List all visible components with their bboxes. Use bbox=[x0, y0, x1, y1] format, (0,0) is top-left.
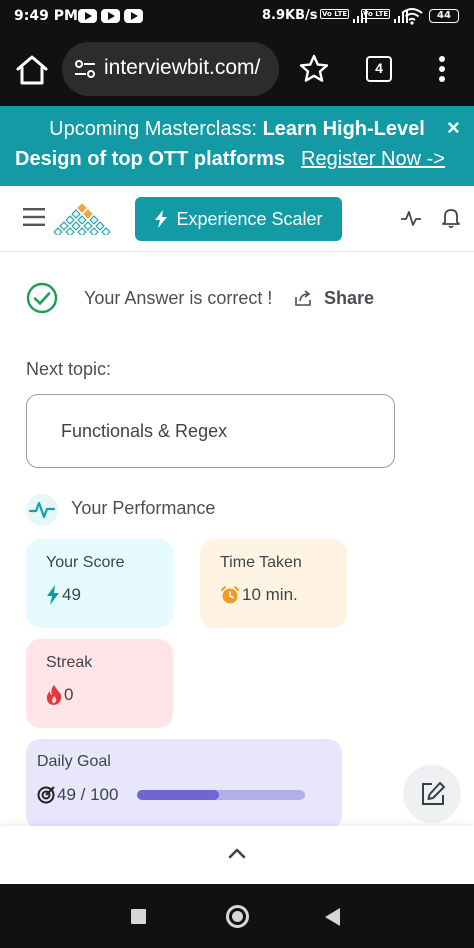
check-circle-icon bbox=[26, 282, 58, 314]
notification-icons bbox=[78, 9, 143, 23]
result-message: Your Answer is correct ! bbox=[84, 288, 273, 308]
edit-fab-button[interactable] bbox=[403, 765, 461, 823]
register-now-link[interactable]: Register Now -> bbox=[301, 148, 445, 171]
status-bar: 9:49 PM 8.9KB/s Vo LTE Vo LTE 44 bbox=[0, 0, 474, 34]
address-bar[interactable]: interviewbit.com/ bbox=[62, 42, 279, 96]
next-topic-card[interactable]: Functionals & Regex bbox=[26, 394, 395, 468]
bolt-icon bbox=[155, 210, 168, 228]
daily-goal-progress bbox=[137, 790, 305, 800]
edit-icon bbox=[422, 782, 445, 805]
hamburger-menu-icon[interactable] bbox=[23, 208, 45, 226]
next-topic-label: Next topic: bbox=[26, 359, 112, 379]
youtube-notification-icon bbox=[78, 9, 97, 23]
activity-pulse-icon[interactable] bbox=[400, 208, 422, 228]
banner-headline: Upcoming Masterclass: Learn High-Level bbox=[49, 118, 425, 140]
experience-scaler-button[interactable]: Experience Scaler bbox=[135, 197, 342, 241]
alarm-clock-icon bbox=[221, 586, 239, 604]
volte-badge: Vo LTE bbox=[361, 9, 391, 19]
time-taken-card: Time Taken 10 min. bbox=[200, 539, 347, 628]
daily-goal-card: Daily Goal 49 / 100 bbox=[26, 739, 342, 829]
bottom-sheet bbox=[0, 826, 474, 884]
battery-icon: 44 bbox=[429, 9, 459, 23]
home-icon[interactable] bbox=[15, 54, 49, 86]
next-topic-title[interactable]: Functionals & Regex bbox=[61, 421, 227, 442]
wifi-icon bbox=[401, 8, 423, 25]
performance-title: Your Performance bbox=[71, 498, 216, 518]
bolt-icon bbox=[47, 585, 59, 605]
tab-switcher-button[interactable]: 4 bbox=[366, 56, 392, 82]
notification-bell-icon[interactable] bbox=[441, 207, 461, 229]
fire-icon bbox=[46, 685, 62, 705]
daily-goal-label: Daily Goal bbox=[37, 753, 111, 770]
score-value: 49 bbox=[62, 585, 81, 604]
score-card: Your Score 49 bbox=[26, 539, 173, 628]
url-text[interactable]: interviewbit.com/ bbox=[104, 56, 260, 80]
performance-pulse-icon bbox=[26, 494, 58, 526]
time-taken-value: 10 min. bbox=[242, 585, 298, 604]
masterclass-banner: Upcoming Masterclass: Learn High-Level D… bbox=[0, 106, 474, 186]
site-header: Experience Scaler bbox=[0, 186, 474, 252]
back-triangle-icon[interactable] bbox=[325, 908, 340, 926]
streak-card: Streak 0 bbox=[26, 639, 173, 728]
target-icon bbox=[37, 786, 55, 804]
banner-close-icon[interactable]: × bbox=[447, 115, 460, 141]
recent-apps-icon[interactable] bbox=[131, 909, 146, 924]
time-taken-label: Time Taken bbox=[220, 554, 302, 571]
youtube-notification-icon bbox=[101, 9, 120, 23]
experience-scaler-label: Experience Scaler bbox=[176, 208, 323, 229]
youtube-notification-icon bbox=[124, 9, 143, 23]
share-button[interactable]: Share bbox=[324, 288, 374, 309]
daily-goal-value: 49 / 100 bbox=[57, 785, 119, 804]
banner-subheadline: Design of top OTT platforms bbox=[15, 148, 285, 170]
status-time: 9:49 PM bbox=[14, 8, 78, 24]
daily-goal-progress-fill bbox=[137, 790, 220, 800]
chevron-up-icon[interactable] bbox=[227, 846, 247, 860]
home-circle-icon[interactable] bbox=[226, 905, 249, 928]
share-icon[interactable] bbox=[294, 289, 312, 307]
score-label: Your Score bbox=[46, 554, 125, 571]
volte-badge: Vo LTE bbox=[320, 9, 350, 19]
answer-result: Your Answer is correct ! Share bbox=[26, 282, 456, 316]
network-speed: 8.9KB/s bbox=[262, 8, 318, 23]
browser-toolbar: interviewbit.com/ 4 bbox=[0, 34, 474, 106]
streak-label: Streak bbox=[46, 654, 93, 671]
streak-value: 0 bbox=[64, 685, 74, 704]
site-settings-icon[interactable] bbox=[74, 59, 96, 79]
system-navigation-bar bbox=[0, 884, 474, 948]
more-options-icon[interactable] bbox=[430, 54, 454, 84]
interviewbit-logo-icon[interactable] bbox=[54, 203, 110, 235]
bookmark-star-icon[interactable] bbox=[299, 54, 329, 84]
